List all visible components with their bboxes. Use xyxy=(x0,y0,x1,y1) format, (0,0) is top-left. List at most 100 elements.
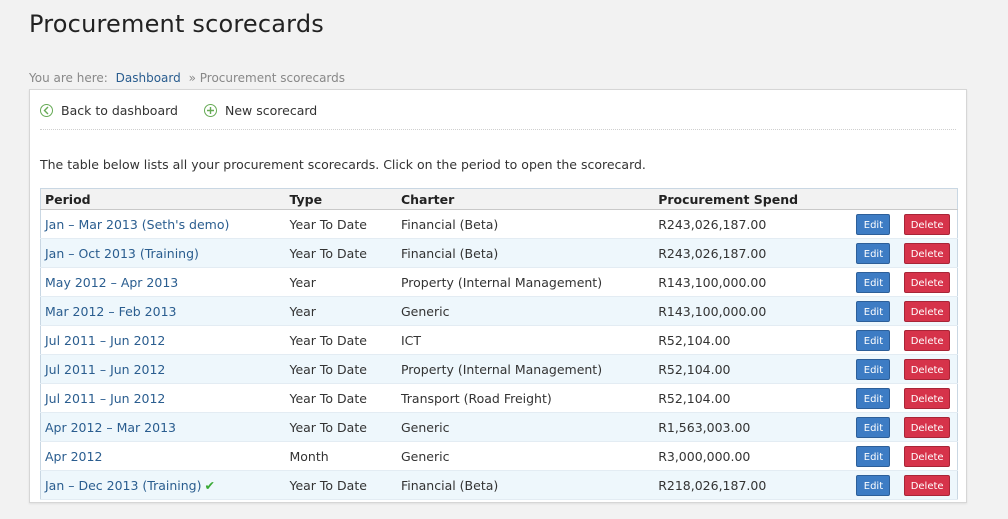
edit-cell: Edit xyxy=(849,267,898,297)
table-header-row: Period Type Charter Procurement Spend xyxy=(40,188,958,210)
table-row: Jan – Dec 2013 (Training) ✔ Year To Date Fi… xyxy=(40,470,958,500)
table-row: Jan – Mar 2013 (Seth's demo) Year To Date… xyxy=(40,209,958,239)
period-cell: Jan – Dec 2013 (Training) ✔ xyxy=(40,470,286,500)
table-row: Jul 2011 – Jun 2012 Year To Date Property … xyxy=(40,354,958,384)
back-arrow-icon xyxy=(40,104,53,117)
spend-cell: R52,104.00 xyxy=(654,354,850,384)
edit-button[interactable]: Edit xyxy=(856,358,891,380)
period-link[interactable]: Jan – Dec 2013 (Training) xyxy=(45,478,202,493)
period-link[interactable]: May 2012 – Apr 2013 xyxy=(45,275,178,290)
breadcrumb-current: Procurement scorecards xyxy=(199,71,346,85)
period-link[interactable]: Jul 2011 – Jun 2012 xyxy=(45,391,165,406)
charter-cell: Property (Internal Management) xyxy=(396,267,655,297)
charter-cell: Financial (Beta) xyxy=(396,209,655,239)
period-link[interactable]: Jan – Oct 2013 (Training) xyxy=(45,246,199,261)
period-cell: Jul 2011 – Jun 2012 xyxy=(40,354,286,384)
delete-button[interactable]: Delete xyxy=(904,300,951,322)
table-row: Jan – Oct 2013 (Training) Year To Date Fin… xyxy=(40,238,958,268)
scorecards-table: Period Type Charter Procurement Spend Ja… xyxy=(40,188,958,500)
delete-button[interactable]: Delete xyxy=(904,242,951,264)
edit-button[interactable]: Edit xyxy=(856,329,891,351)
back-to-dashboard-link[interactable]: Back to dashboard xyxy=(40,103,178,118)
new-scorecard-link[interactable]: New scorecard xyxy=(204,103,317,118)
period-cell: Jan – Oct 2013 (Training) xyxy=(40,238,286,268)
period-link[interactable]: Mar 2012 – Feb 2013 xyxy=(45,304,176,319)
type-cell: Year To Date xyxy=(285,412,397,442)
period-cell: Jul 2011 – Jun 2012 xyxy=(40,325,286,355)
charter-cell: Financial (Beta) xyxy=(396,238,655,268)
spend-cell: R52,104.00 xyxy=(654,383,850,413)
delete-button[interactable]: Delete xyxy=(904,387,951,409)
spend-cell: R1,563,003.00 xyxy=(654,412,850,442)
table-row: Mar 2012 – Feb 2013 Year Generic R143,100,0… xyxy=(40,296,958,326)
period-link[interactable]: Apr 2012 xyxy=(45,449,102,464)
charter-cell: Generic xyxy=(396,441,655,471)
charter-cell: ICT xyxy=(396,325,655,355)
edit-cell: Edit xyxy=(849,296,898,326)
page-title: Procurement scorecards xyxy=(29,10,324,38)
type-cell: Year xyxy=(285,296,397,326)
column-header-delete xyxy=(897,188,958,210)
edit-button[interactable]: Edit xyxy=(856,300,891,322)
charter-cell: Transport (Road Freight) xyxy=(396,383,655,413)
type-cell: Month xyxy=(285,441,397,471)
edit-button[interactable]: Edit xyxy=(856,213,891,235)
edit-button[interactable]: Edit xyxy=(856,445,891,467)
period-cell: Mar 2012 – Feb 2013 xyxy=(40,296,286,326)
spend-cell: R243,026,187.00 xyxy=(654,209,850,239)
delete-cell: Delete xyxy=(897,383,958,413)
delete-cell: Delete xyxy=(897,441,958,471)
delete-button[interactable]: Delete xyxy=(904,445,951,467)
type-cell: Year To Date xyxy=(285,470,397,500)
edit-cell: Edit xyxy=(849,383,898,413)
delete-cell: Delete xyxy=(897,267,958,297)
spend-cell: R143,100,000.00 xyxy=(654,296,850,326)
checkmark-icon: ✔ xyxy=(204,477,215,493)
table-row: Jul 2011 – Jun 2012 Year To Date ICT R52,10… xyxy=(40,325,958,355)
type-cell: Year To Date xyxy=(285,209,397,239)
type-cell: Year To Date xyxy=(285,325,397,355)
charter-cell: Property (Internal Management) xyxy=(396,354,655,384)
edit-button[interactable]: Edit xyxy=(856,474,891,496)
table-row: Apr 2012 Month Generic R3,000,000.00 Edit Del… xyxy=(40,441,958,471)
edit-button[interactable]: Edit xyxy=(856,387,891,409)
type-cell: Year To Date xyxy=(285,383,397,413)
period-cell: Jan – Mar 2013 (Seth's demo) xyxy=(40,209,286,239)
column-header-type: Type xyxy=(285,188,397,210)
delete-button[interactable]: Delete xyxy=(904,213,951,235)
type-cell: Year xyxy=(285,267,397,297)
spend-cell: R143,100,000.00 xyxy=(654,267,850,297)
delete-button[interactable]: Delete xyxy=(904,474,951,496)
table-row: Apr 2012 – Mar 2013 Year To Date Generic R1… xyxy=(40,412,958,442)
spend-cell: R218,026,187.00 xyxy=(654,470,850,500)
spend-cell: R243,026,187.00 xyxy=(654,238,850,268)
edit-button[interactable]: Edit xyxy=(856,271,891,293)
edit-cell: Edit xyxy=(849,470,898,500)
breadcrumb: You are here: Dashboard » Procurement sc… xyxy=(29,71,345,85)
breadcrumb-dashboard-link[interactable]: Dashboard xyxy=(116,71,181,85)
intro-text: The table below lists all your procureme… xyxy=(40,157,646,172)
delete-button[interactable]: Delete xyxy=(904,271,951,293)
delete-cell: Delete xyxy=(897,354,958,384)
delete-button[interactable]: Delete xyxy=(904,358,951,380)
period-link[interactable]: Jul 2011 – Jun 2012 xyxy=(45,333,165,348)
delete-button[interactable]: Delete xyxy=(904,329,951,351)
delete-cell: Delete xyxy=(897,238,958,268)
period-link[interactable]: Jul 2011 – Jun 2012 xyxy=(45,362,165,377)
spend-cell: R3,000,000.00 xyxy=(654,441,850,471)
delete-button[interactable]: Delete xyxy=(904,416,951,438)
period-link[interactable]: Apr 2012 – Mar 2013 xyxy=(45,420,176,435)
edit-cell: Edit xyxy=(849,412,898,442)
column-header-spend: Procurement Spend xyxy=(654,188,850,210)
edit-cell: Edit xyxy=(849,209,898,239)
delete-cell: Delete xyxy=(897,325,958,355)
edit-cell: Edit xyxy=(849,325,898,355)
edit-button[interactable]: Edit xyxy=(856,416,891,438)
period-cell: Apr 2012 – Mar 2013 xyxy=(40,412,286,442)
period-link[interactable]: Jan – Mar 2013 (Seth's demo) xyxy=(45,217,229,232)
charter-cell: Generic xyxy=(396,412,655,442)
period-cell: May 2012 – Apr 2013 xyxy=(40,267,286,297)
edit-button[interactable]: Edit xyxy=(856,242,891,264)
period-cell: Apr 2012 xyxy=(40,441,286,471)
scorecards-panel: Back to dashboard New scorecard The tabl… xyxy=(29,89,967,503)
